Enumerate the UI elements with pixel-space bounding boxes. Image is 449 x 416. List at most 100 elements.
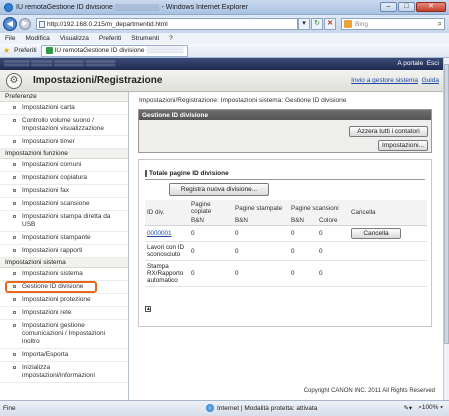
- cell-copies-bw: 0: [189, 241, 233, 261]
- favorites-button[interactable]: Preferiti: [14, 47, 36, 54]
- cell-scans-color: 0: [317, 260, 349, 287]
- cell-prints-bw: 0: [233, 260, 289, 287]
- sidebar-item-impostazioni-copiatura[interactable]: Impostazioni copiatura: [0, 172, 128, 185]
- divider: [145, 179, 425, 180]
- sidebar-item-importa-esporta[interactable]: Importa/Esporta: [0, 349, 128, 362]
- address-toolbar: ◀ ▶ http://192.168.0.215/m_departmentid.…: [0, 15, 449, 33]
- back-to-top-icon[interactable]: ▲: [145, 306, 151, 312]
- sidebar-item-label: Impostazioni stampa diretta da USB: [22, 213, 111, 228]
- cell-prints-bw: 0: [233, 241, 289, 261]
- division-id-link[interactable]: 0000001: [147, 230, 172, 237]
- gestione-panel: Gestione ID divisione Azzera tutti i con…: [138, 109, 432, 153]
- menu-help[interactable]: ?: [169, 35, 173, 42]
- tab-label: IU remotaGestione ID divisione: [54, 47, 145, 54]
- cell-prints-bw: 0: [233, 225, 289, 242]
- sidebar-item-label: Impostazioni scansione: [22, 200, 90, 207]
- col-id: ID div.: [145, 200, 189, 226]
- address-text: http://192.168.0.215/m_departmentid.html: [47, 20, 168, 28]
- settings-gear-icon: ⚙: [6, 73, 22, 89]
- stop-icon[interactable]: ✕: [324, 18, 336, 30]
- col-copies-bw: B&N: [189, 216, 233, 226]
- zoom-control[interactable]: ⌕100% ▾: [418, 404, 443, 412]
- window-controls: – □ ✕: [380, 2, 446, 12]
- copyright: Copyright CANON INC. 2011 All Rights Res…: [303, 388, 435, 394]
- refresh-icon[interactable]: ↻: [311, 18, 323, 30]
- sidebar-item-impostazioni-scansione[interactable]: Impostazioni scansione: [0, 198, 128, 211]
- bullet-icon: [13, 189, 16, 192]
- bullet-icon: [13, 215, 16, 218]
- menu-strumenti[interactable]: Strumenti: [131, 35, 159, 42]
- sidebar-item-impostazioni-carta[interactable]: Impostazioni carta: [0, 102, 128, 115]
- cell-copies-bw: 0: [189, 260, 233, 287]
- sidebar-item-stampa-usb[interactable]: Impostazioni stampa diretta da USB: [0, 211, 128, 232]
- sidebar-item-impostazioni-rete[interactable]: Impostazioni rete: [0, 307, 128, 320]
- cell-scans-bw: 0: [289, 241, 317, 261]
- bullet-icon: [13, 106, 16, 109]
- bing-icon: [344, 20, 352, 28]
- status-bar: Fine Internet | Modalità protetta: attiv…: [0, 400, 449, 416]
- sidebar-item-gestione-id-divisione[interactable]: Gestione ID divisione: [0, 281, 128, 294]
- sidebar-item-inizializza[interactable]: Inizializza impostazioni/informazioni: [0, 362, 128, 383]
- portal-links: A portale Esci: [397, 60, 439, 67]
- maximize-button[interactable]: □: [398, 2, 415, 12]
- sidebar-item-impostazioni-comuni[interactable]: Impostazioni comuni: [0, 159, 128, 172]
- bullet-icon: [13, 298, 16, 301]
- vertical-scrollbar[interactable]: [443, 58, 449, 400]
- bullet-icon: [13, 311, 16, 314]
- cell-scans-color: 0: [317, 225, 349, 242]
- sidebar-item-impostazioni-stampante[interactable]: Impostazioni stampante: [0, 232, 128, 245]
- security-zone[interactable]: Internet | Modalità protetta: attivata: [206, 404, 317, 412]
- search-icon[interactable]: ⌕: [438, 19, 442, 29]
- sidebar-section-preferenze: Preferenze: [0, 92, 128, 102]
- favorites-star-icon: ★: [3, 46, 11, 55]
- menu-modifica[interactable]: Modifica: [25, 35, 49, 42]
- search-input[interactable]: Bing ⌕: [341, 18, 445, 30]
- guide-link[interactable]: Guida: [422, 77, 439, 84]
- tab-page-icon: [45, 47, 53, 54]
- sidebar-item-volume-visualizzazione[interactable]: Controllo volume suono / Impostazioni vi…: [0, 115, 128, 136]
- sidebar-item-label: Impostazioni carta: [22, 104, 75, 111]
- sidebar-item-label: Inizializza impostazioni/informazioni: [22, 364, 95, 379]
- menu-preferiti[interactable]: Preferiti: [99, 35, 121, 42]
- page-header: ⚙ Impostazioni/Registrazione Invio a ges…: [0, 70, 443, 92]
- exit-link[interactable]: Esci: [427, 60, 439, 67]
- sidebar-item-impostazioni-sistema[interactable]: Impostazioni sistema: [0, 268, 128, 281]
- menu-bar: File Modifica Visualizza Preferiti Strum…: [0, 33, 449, 44]
- reset-counters-button[interactable]: Azzera tutti i contatori: [349, 126, 428, 137]
- sidebar-section-funzione: Impostazioni funzione: [0, 149, 128, 159]
- cell-id: Stampa RX/Rapporto automatico: [145, 260, 189, 287]
- active-highlight: [5, 281, 97, 293]
- tools-icon[interactable]: ✎▾: [403, 404, 412, 412]
- forward-button[interactable]: ▶: [19, 18, 31, 30]
- close-window-button[interactable]: ✕: [416, 2, 446, 12]
- send-to-admin-link[interactable]: Invio a gestore sistema: [351, 77, 418, 84]
- address-field[interactable]: http://192.168.0.215/m_departmentid.html: [36, 18, 298, 30]
- security-zone-text: Internet | Modalità protetta: attivata: [217, 404, 318, 412]
- sidebar-item-label: Impostazioni rapporti: [22, 247, 83, 254]
- bullet-icon: [13, 163, 16, 166]
- col-delete: Cancella: [349, 200, 427, 226]
- sidebar-item-gestione-comunicazioni[interactable]: Impostazioni gestione comunicazioni / Im…: [0, 320, 128, 349]
- sidebar-item-impostazioni-rapporti[interactable]: Impostazioni rapporti: [0, 245, 128, 258]
- sidebar-item-label: Impostazioni stampante: [22, 234, 91, 241]
- table-row: Stampa RX/Rapporto automatico 0 0 0 0: [145, 260, 427, 287]
- sidebar: Preferenze Impostazioni carta Controllo …: [0, 92, 129, 400]
- settings-button[interactable]: Impostazioni...: [378, 140, 428, 151]
- menu-visualizza[interactable]: Visualizza: [60, 35, 89, 42]
- delete-button[interactable]: Cancella: [351, 228, 401, 239]
- browser-tab[interactable]: IU remotaGestione ID divisione ▒▒▒▒▒▒▒▒: [40, 44, 189, 57]
- sidebar-item-impostazioni-protezione[interactable]: Impostazioni protezione: [0, 294, 128, 307]
- sidebar-item-impostazioni-fax[interactable]: Impostazioni fax: [0, 185, 128, 198]
- table-row: Lavori con ID sconosciuto 0 0 0 0: [145, 241, 427, 261]
- minimize-button[interactable]: –: [380, 2, 397, 12]
- register-division-button[interactable]: Registra nuova divisione...: [169, 183, 269, 196]
- cell-action: [349, 241, 427, 261]
- sidebar-item-impostazioni-timer[interactable]: Impostazioni timer: [0, 136, 128, 149]
- scrollbar-thumb[interactable]: [444, 64, 449, 344]
- cell-scans-color: 0: [317, 241, 349, 261]
- portal-link[interactable]: A portale: [397, 60, 423, 67]
- sidebar-item-label: Impostazioni sistema: [22, 270, 83, 277]
- dropdown-icon[interactable]: ▾: [298, 18, 310, 30]
- menu-file[interactable]: File: [5, 35, 15, 42]
- back-button[interactable]: ◀: [3, 17, 17, 31]
